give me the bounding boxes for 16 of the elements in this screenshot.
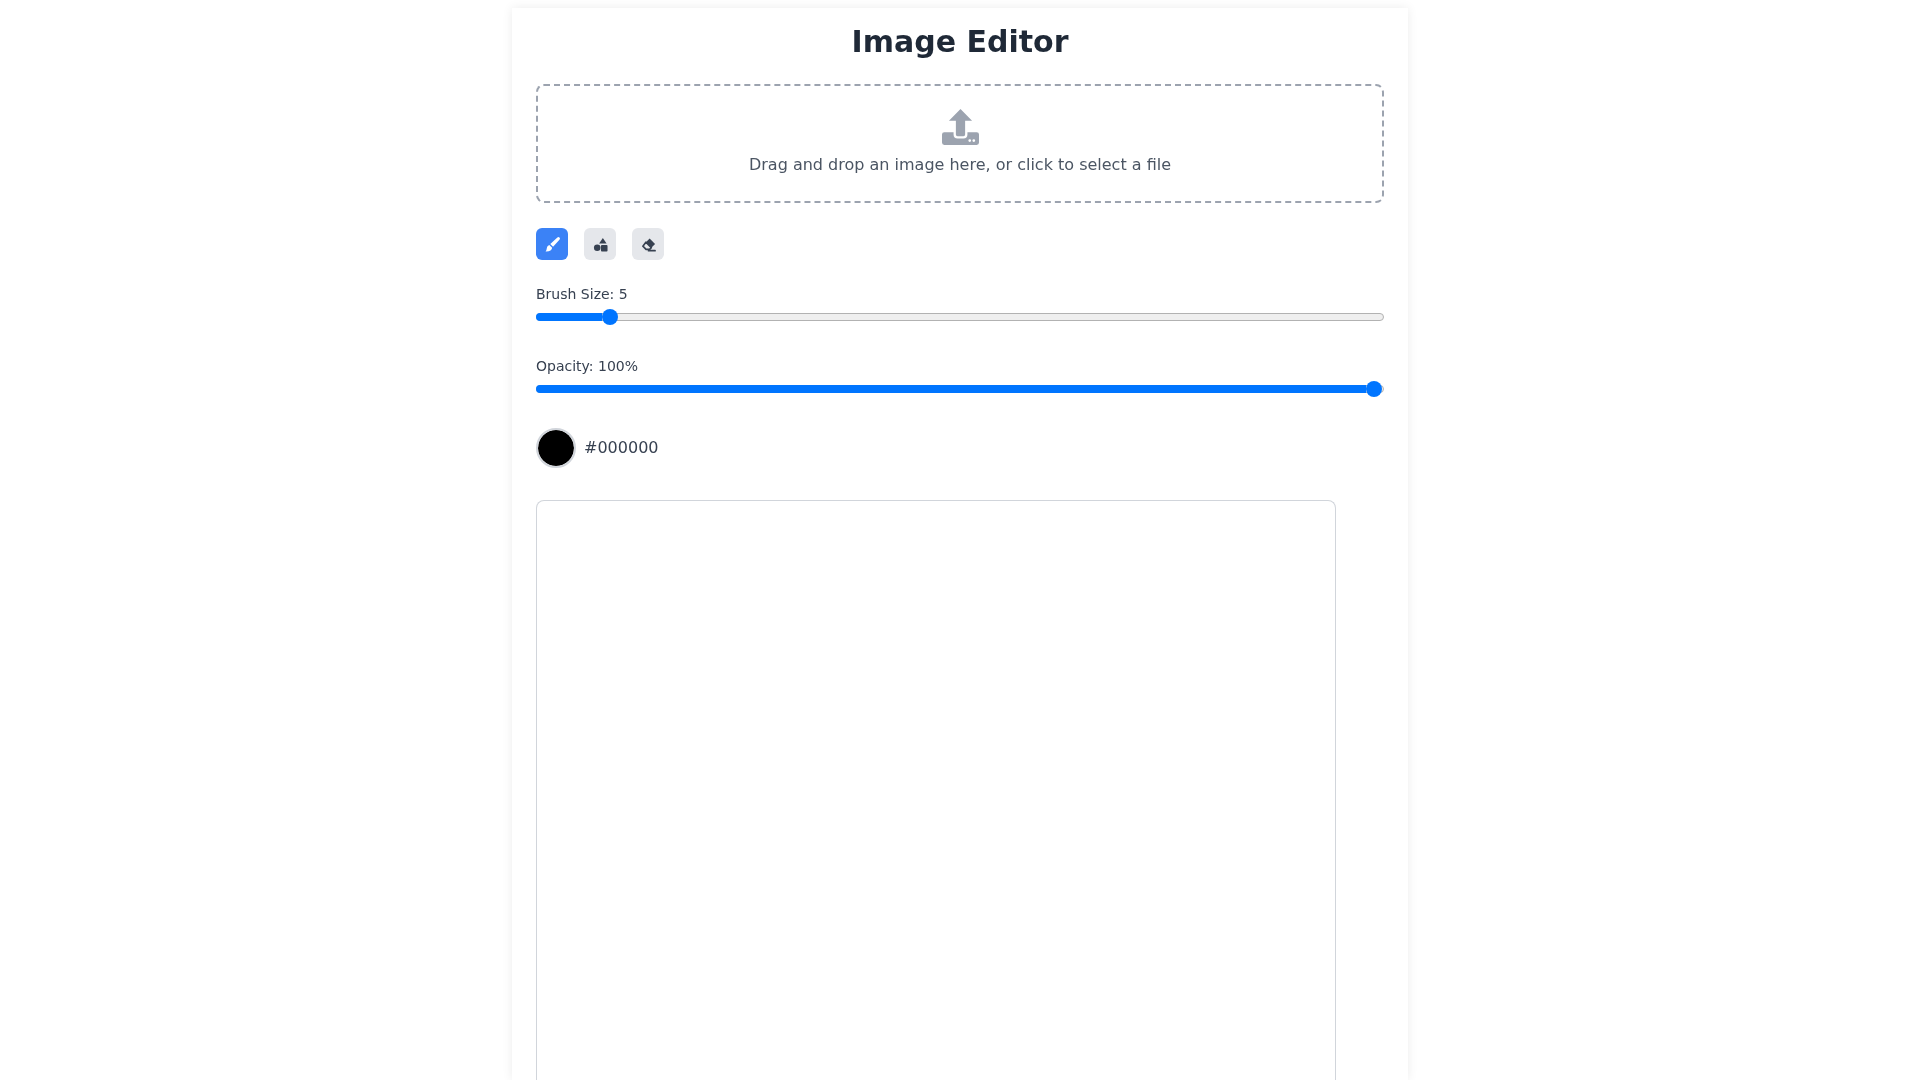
upload-icon (941, 109, 979, 145)
shapes-tool-button[interactable] (584, 228, 616, 260)
slider-thumb[interactable] (1366, 381, 1382, 397)
color-swatch-icon[interactable] (536, 428, 576, 468)
color-value: #000000 (584, 437, 659, 459)
brush-tool-button[interactable] (536, 228, 568, 260)
eraser-icon (640, 236, 656, 252)
slider-thumb[interactable] (602, 309, 619, 325)
slider-label: Opacity: 100% (536, 357, 639, 376)
shapes-icon (592, 236, 608, 252)
drop-zone[interactable]: Drag and drop an image here, or click to select a file (536, 84, 1384, 203)
slider-label: Brush Size: 5 (536, 285, 628, 304)
paintbrush-icon (544, 236, 560, 252)
eraser-tool-button[interactable] (632, 228, 664, 260)
page-title: Image Editor (851, 24, 1069, 60)
drop-zone-text: Drag and drop an image here, or click to select a file (748, 154, 1171, 176)
